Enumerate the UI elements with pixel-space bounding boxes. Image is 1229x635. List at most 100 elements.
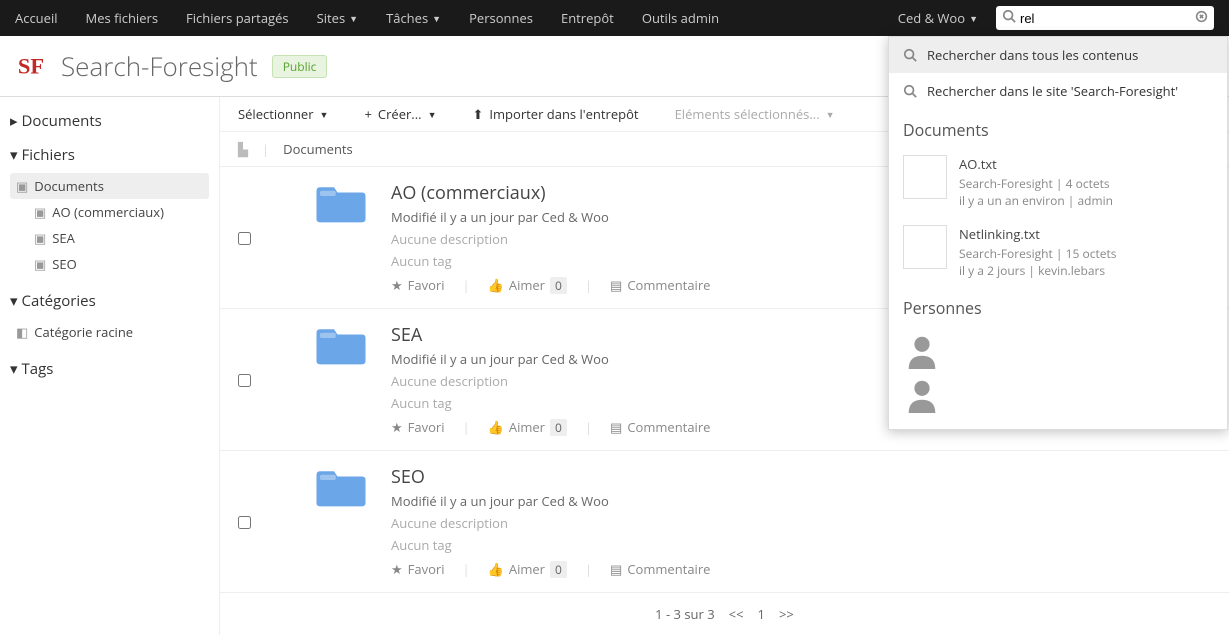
comment-action[interactable]: ▤Commentaire xyxy=(610,418,710,436)
nav-accueil[interactable]: Accueil xyxy=(15,9,58,27)
like-action[interactable]: 👍Aimer0 xyxy=(488,276,567,294)
svg-text:SF: SF xyxy=(18,54,44,79)
expand-right-icon: ▸ xyxy=(10,111,18,131)
search-result[interactable]: Netlinking.txt Search-Foresight | 15 oct… xyxy=(889,217,1227,287)
clear-search-icon[interactable] xyxy=(1195,9,1208,28)
pagination: 1 - 3 sur 3 << 1 >> xyxy=(220,593,1229,635)
nav-mes-fichiers[interactable]: Mes fichiers xyxy=(86,9,159,27)
tree-child[interactable]: ▣SEO xyxy=(28,251,209,277)
sidebar: ▸Documents ▾Fichiers ▣Documents ▣AO (com… xyxy=(0,97,220,635)
row-checkbox[interactable] xyxy=(238,325,251,436)
star-icon: ★ xyxy=(391,418,403,436)
favorite-action[interactable]: ★ Favori xyxy=(391,276,445,294)
upload-icon: ⬆ xyxy=(472,105,483,123)
tree-root-documents[interactable]: ▣Documents xyxy=(10,173,209,199)
tree-label: Catégorie racine xyxy=(34,323,133,341)
document-title[interactable]: SEO xyxy=(391,465,1211,489)
caret-down-icon: ▼ xyxy=(826,108,835,121)
nav-taches-label: Tâches xyxy=(386,9,428,27)
sidebar-tags-header[interactable]: ▾Tags xyxy=(10,359,209,379)
top-navigation: Accueil Mes fichiers Fichiers partagés S… xyxy=(0,0,1229,36)
pagination-current: 1 xyxy=(758,605,765,623)
favorite-action[interactable]: ★Favori xyxy=(391,418,445,436)
logo-icon: SF xyxy=(16,51,46,81)
search-result[interactable]: AO.txt Search-Foresight | 4 octets il y … xyxy=(889,147,1227,217)
selected-items-menu: Eléments sélectionnés... ▼ xyxy=(675,105,835,123)
search-icon xyxy=(903,84,917,98)
document-tags: Aucun tag xyxy=(391,536,1211,554)
nav-fichiers-partages[interactable]: Fichiers partagés xyxy=(186,9,289,27)
comment-icon: ▤ xyxy=(610,560,622,578)
site-logo[interactable]: SF xyxy=(15,50,47,82)
search-icon xyxy=(903,48,917,62)
user-menu[interactable]: Ced & Woo▼ xyxy=(898,9,978,27)
nav-sites[interactable]: Sites▼ xyxy=(317,9,358,27)
row-checkbox[interactable] xyxy=(238,467,251,578)
comment-icon: ▤ xyxy=(610,418,622,436)
sidebar-documents-header[interactable]: ▸Documents xyxy=(10,111,209,131)
like-action[interactable]: 👍Aimer0 xyxy=(488,418,567,436)
result-meta: Search-Foresight | 15 octets xyxy=(959,245,1116,262)
plus-icon: + xyxy=(364,105,371,123)
breadcrumb-separator: | xyxy=(262,140,269,158)
search-persons-heading: Personnes xyxy=(889,287,1227,325)
sidebar-tags-label: Tags xyxy=(22,359,54,379)
tree-child[interactable]: ▣ SEA xyxy=(28,225,209,251)
sidebar-fichiers-header[interactable]: ▾Fichiers xyxy=(10,145,209,165)
sidebar-fichiers-label: Fichiers xyxy=(22,145,75,165)
nav-outils-admin[interactable]: Outils admin xyxy=(642,9,719,27)
favorite-label: Favori xyxy=(408,560,445,578)
caret-down-icon: ▼ xyxy=(349,12,358,25)
expand-down-icon: ▾ xyxy=(10,359,18,379)
create-menu[interactable]: + Créer... ▼ xyxy=(364,105,436,123)
tree-label: SEA xyxy=(52,229,75,247)
search-all-contents[interactable]: Rechercher dans tous les contenus xyxy=(889,37,1227,73)
import-button[interactable]: ⬆ Importer dans l'entrepôt xyxy=(472,105,638,123)
pagination-summary: 1 - 3 sur 3 xyxy=(655,605,714,623)
favorite-label: Favori xyxy=(408,276,445,294)
breadcrumb-current[interactable]: Documents xyxy=(283,140,353,158)
expand-down-icon: ▾ xyxy=(10,291,18,311)
visibility-badge: Public xyxy=(272,55,328,78)
pagination-prev[interactable]: << xyxy=(729,605,744,623)
like-label: Aimer xyxy=(509,276,545,294)
selected-label: Eléments sélectionnés... xyxy=(675,105,820,123)
search-input[interactable] xyxy=(1020,11,1195,26)
result-title: AO.txt xyxy=(959,155,1113,173)
person-result[interactable] xyxy=(903,375,941,413)
person-result[interactable] xyxy=(903,331,941,369)
sidebar-categories-header[interactable]: ▾Catégories xyxy=(10,291,209,311)
nav-personnes[interactable]: Personnes xyxy=(469,9,533,27)
pagination-next[interactable]: >> xyxy=(779,605,794,623)
star-icon: ★ xyxy=(391,276,403,294)
expand-down-icon: ▾ xyxy=(10,145,18,165)
document-row[interactable]: SEOModifié il y a un jour par Ced & WooA… xyxy=(220,451,1229,593)
like-count: 0 xyxy=(550,419,567,436)
tree-category-root[interactable]: ◧Catégorie racine xyxy=(10,319,209,345)
select-menu[interactable]: Sélectionner ▼ xyxy=(238,105,328,123)
thumbs-up-icon: 👍 xyxy=(488,418,504,436)
folder-icon xyxy=(309,465,373,578)
comment-action[interactable]: ▤Commentaire xyxy=(610,560,710,578)
search-all-label: Rechercher dans tous les contenus xyxy=(927,46,1138,64)
result-thumbnail xyxy=(903,155,947,199)
thumbs-up-icon: 👍 xyxy=(488,560,504,578)
comment-action[interactable]: ▤Commentaire xyxy=(610,276,710,294)
search-documents-heading: Documents xyxy=(889,109,1227,147)
star-icon: ★ xyxy=(391,560,403,578)
search-in-site[interactable]: Rechercher dans le site 'Search-Foresigh… xyxy=(889,73,1227,109)
result-thumbnail xyxy=(903,225,947,269)
folder-up-icon[interactable]: ▙ xyxy=(238,140,248,158)
row-checkbox[interactable] xyxy=(238,183,251,294)
result-meta: Search-Foresight | 4 octets xyxy=(959,175,1113,192)
nav-entrepot[interactable]: Entrepôt xyxy=(561,9,614,27)
folder-icon: ▣ xyxy=(34,229,46,247)
create-label: Créer... xyxy=(378,105,422,123)
nav-taches[interactable]: Tâches▼ xyxy=(386,9,441,27)
tree-child[interactable]: ▣AO (commerciaux) xyxy=(28,199,209,225)
sidebar-documents-label: Documents xyxy=(22,111,102,131)
search-box[interactable] xyxy=(996,6,1214,30)
favorite-action[interactable]: ★ Favori xyxy=(391,560,445,578)
like-action[interactable]: 👍Aimer0 xyxy=(488,560,567,578)
document-description: Aucune description xyxy=(391,514,1211,532)
